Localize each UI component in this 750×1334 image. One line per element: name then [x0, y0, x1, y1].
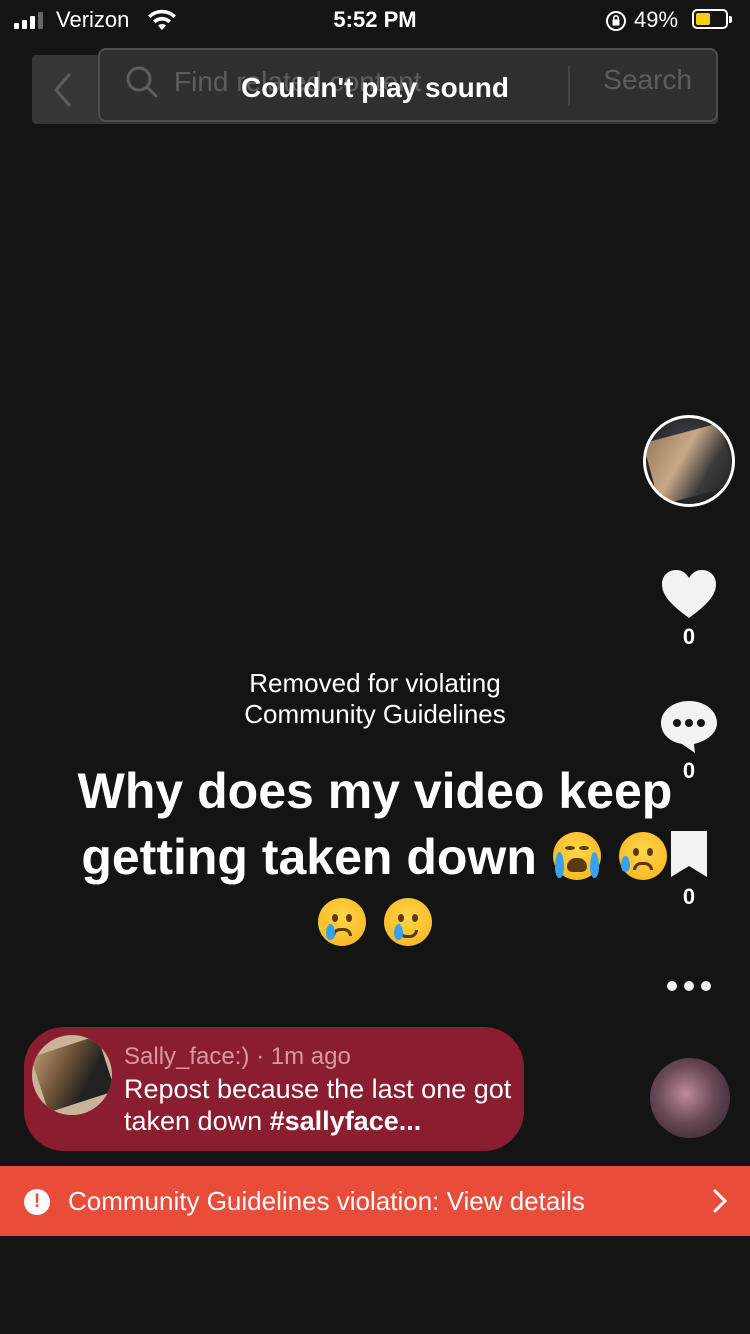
crying-emoji-icon: [318, 898, 367, 946]
post-time-ago: 1m ago: [270, 1043, 351, 1070]
post-username[interactable]: Sally_face:): [124, 1043, 249, 1070]
violation-banner[interactable]: ! Community Guidelines violation: View d…: [0, 1166, 750, 1236]
holding-back-tears-emoji-icon: [383, 898, 432, 946]
caption-line-2-wrap: getting taken down: [40, 824, 710, 890]
post-meta-separator: ·: [256, 1043, 271, 1070]
post-hashtag[interactable]: #sallyface...: [270, 1106, 422, 1136]
removed-line-1: Removed for violating: [249, 668, 501, 698]
chevron-right-icon: [713, 1189, 728, 1213]
more-button[interactable]: [649, 976, 729, 996]
violation-label: Community Guidelines violation: View det…: [68, 1186, 585, 1216]
sad-sweat-emoji-icon: [618, 832, 667, 880]
status-bar: Verizon 5:52 PM 49%: [0, 0, 750, 40]
caption-line-3: [40, 890, 710, 956]
loudly-crying-emoji-icon: [552, 832, 601, 880]
caption-line-2: getting taken down: [81, 829, 537, 885]
removed-line-2: Community Guidelines: [244, 699, 506, 729]
post-author-avatar[interactable]: [32, 1035, 112, 1115]
like-count: 0: [682, 624, 696, 649]
video-caption: Why does my video keep getting taken dow…: [40, 758, 710, 956]
post-description: Repost because the last one got taken do…: [124, 1073, 514, 1137]
more-dots-icon: [667, 981, 711, 991]
music-disc[interactable]: [650, 1058, 730, 1138]
battery-fill: [696, 13, 711, 25]
post-meta: Sally_face:) · 1m ago: [124, 1043, 351, 1071]
alert-icon: !: [24, 1189, 50, 1215]
caption-line-1: Why does my video keep: [77, 763, 673, 819]
creator-avatar[interactable]: [643, 415, 735, 507]
battery-percent: 49%: [634, 7, 679, 32]
battery-icon: [692, 9, 732, 29]
like-button[interactable]: 0: [649, 568, 729, 650]
toast-message: Couldn't play sound: [241, 72, 509, 103]
removed-notice: Removed for violating Community Guidelin…: [0, 668, 750, 730]
orientation-lock-icon: [606, 11, 626, 31]
post-info-bubble[interactable]: Sally_face:) · 1m ago Repost because the…: [24, 1027, 524, 1151]
heart-icon: [662, 570, 716, 618]
